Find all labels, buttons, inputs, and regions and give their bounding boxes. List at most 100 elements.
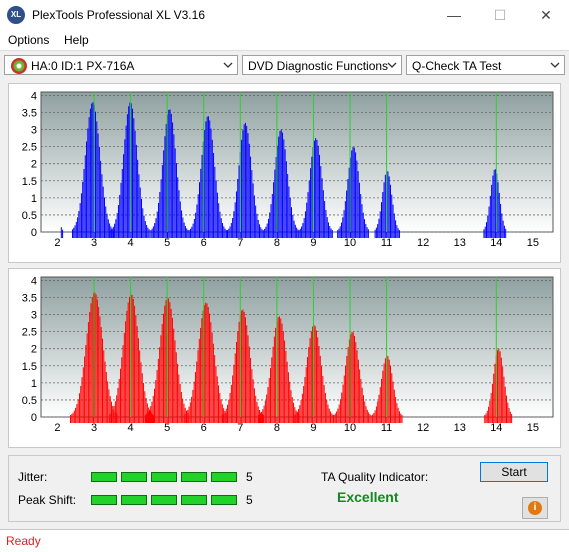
chart-bar (270, 368, 272, 423)
chart-bar (377, 224, 379, 238)
chart-bar (218, 385, 220, 423)
chart-bar (250, 358, 252, 423)
chart-bar (357, 171, 359, 238)
info-button[interactable]: i (522, 497, 548, 519)
chart-bar (83, 168, 85, 238)
chart-bar (498, 192, 500, 238)
chart-bar (186, 228, 188, 238)
chart-bar (261, 229, 263, 238)
y-tick-label: 2 (31, 159, 37, 171)
chart-bar (361, 204, 363, 238)
x-tick-label: 5 (164, 422, 170, 434)
chart-bar (292, 214, 294, 238)
chart-bar (215, 366, 217, 423)
y-tick-label: 2.5 (22, 327, 37, 339)
chart-bar (206, 303, 208, 423)
chart-bar (205, 121, 207, 238)
chart-bar (346, 356, 348, 423)
chart-bar (310, 331, 312, 423)
chart-bar (505, 228, 507, 238)
chart-bar (291, 207, 293, 238)
chart-bar (242, 130, 244, 238)
chart-bar (272, 346, 274, 423)
chart-bar (165, 300, 167, 423)
chart-bar (241, 139, 243, 238)
chart-bar (237, 178, 239, 238)
y-tick-label: 0.5 (22, 210, 37, 222)
chart-bar (232, 217, 234, 238)
x-tick-label: 3 (91, 422, 97, 434)
chart-bar (295, 413, 297, 423)
chart-bar (184, 226, 186, 238)
chart-bar (397, 228, 399, 238)
menu-options[interactable]: Options (8, 33, 49, 47)
chart-bar (351, 331, 353, 423)
chart-bar (132, 298, 134, 423)
meter-segment (211, 495, 237, 505)
y-tick-label: 0.5 (22, 395, 37, 407)
chart-bar (317, 145, 319, 238)
chart-bar (384, 174, 386, 238)
drive-select[interactable]: HA:0 ID:1 PX-716A (4, 55, 238, 75)
ta-quality-value: Excellent (337, 489, 399, 505)
chart-bar (210, 322, 212, 423)
chart-bar (508, 408, 510, 423)
y-tick-label: 1 (31, 193, 37, 205)
chart-bar (152, 226, 154, 238)
chart-bar (162, 313, 164, 423)
chart-bar (139, 350, 141, 423)
chart-bar (252, 379, 254, 423)
test-select[interactable]: Q-Check TA Test (406, 55, 565, 75)
chart-bar (123, 154, 125, 238)
chart-bar (315, 138, 317, 238)
close-button[interactable]: ✕ (523, 0, 569, 30)
maximize-button[interactable]: ☐ (477, 0, 523, 30)
chart-bar (186, 412, 188, 423)
chart-bar (234, 202, 236, 238)
x-tick-label: 14 (490, 237, 502, 249)
chart-bar (148, 409, 150, 423)
chart-bar (304, 211, 306, 238)
chart-bar (95, 294, 97, 423)
chart-bar (282, 331, 284, 423)
chart-bar (364, 401, 366, 423)
chart-bar (265, 226, 267, 238)
chart-bar (368, 412, 370, 423)
chart-bar (110, 230, 112, 238)
chart-bar (264, 228, 266, 238)
chart-bar (290, 390, 292, 423)
chart-bar (488, 406, 490, 423)
chart-bar (151, 401, 153, 423)
jitter-value: 5 (246, 470, 253, 484)
chart-bar (139, 187, 141, 238)
y-tick-label: 0 (31, 412, 37, 424)
chart-bar (306, 202, 308, 238)
chart-bar (365, 406, 367, 423)
chart-bar (101, 174, 103, 238)
x-tick-label: 13 (454, 237, 466, 249)
chart-bar (246, 125, 248, 238)
x-tick-label: 3 (91, 237, 97, 249)
x-tick-label: 2 (54, 422, 60, 434)
chart-bar (116, 395, 118, 423)
chart-bar (391, 194, 393, 238)
minimize-button[interactable]: — (431, 0, 477, 30)
chart-bar (305, 367, 307, 423)
start-button[interactable]: Start (480, 462, 548, 482)
y-tick-label: 2.5 (22, 142, 37, 154)
chart-bar (308, 180, 310, 238)
chart-bar (322, 375, 324, 423)
chart-bar (251, 369, 253, 423)
chart-bar (117, 387, 119, 423)
chart-bar (178, 190, 180, 238)
chart-bar (323, 385, 325, 423)
chart-bar (502, 220, 504, 238)
chart-bar (388, 176, 390, 238)
x-tick-label: 11 (381, 237, 392, 249)
chart-bar (92, 102, 94, 238)
menu-help[interactable]: Help (64, 33, 89, 47)
chart-bar (491, 383, 493, 423)
function-select[interactable]: DVD Diagnostic Functions (242, 55, 402, 75)
chart-bar (87, 322, 89, 423)
chart-bar (375, 227, 377, 238)
